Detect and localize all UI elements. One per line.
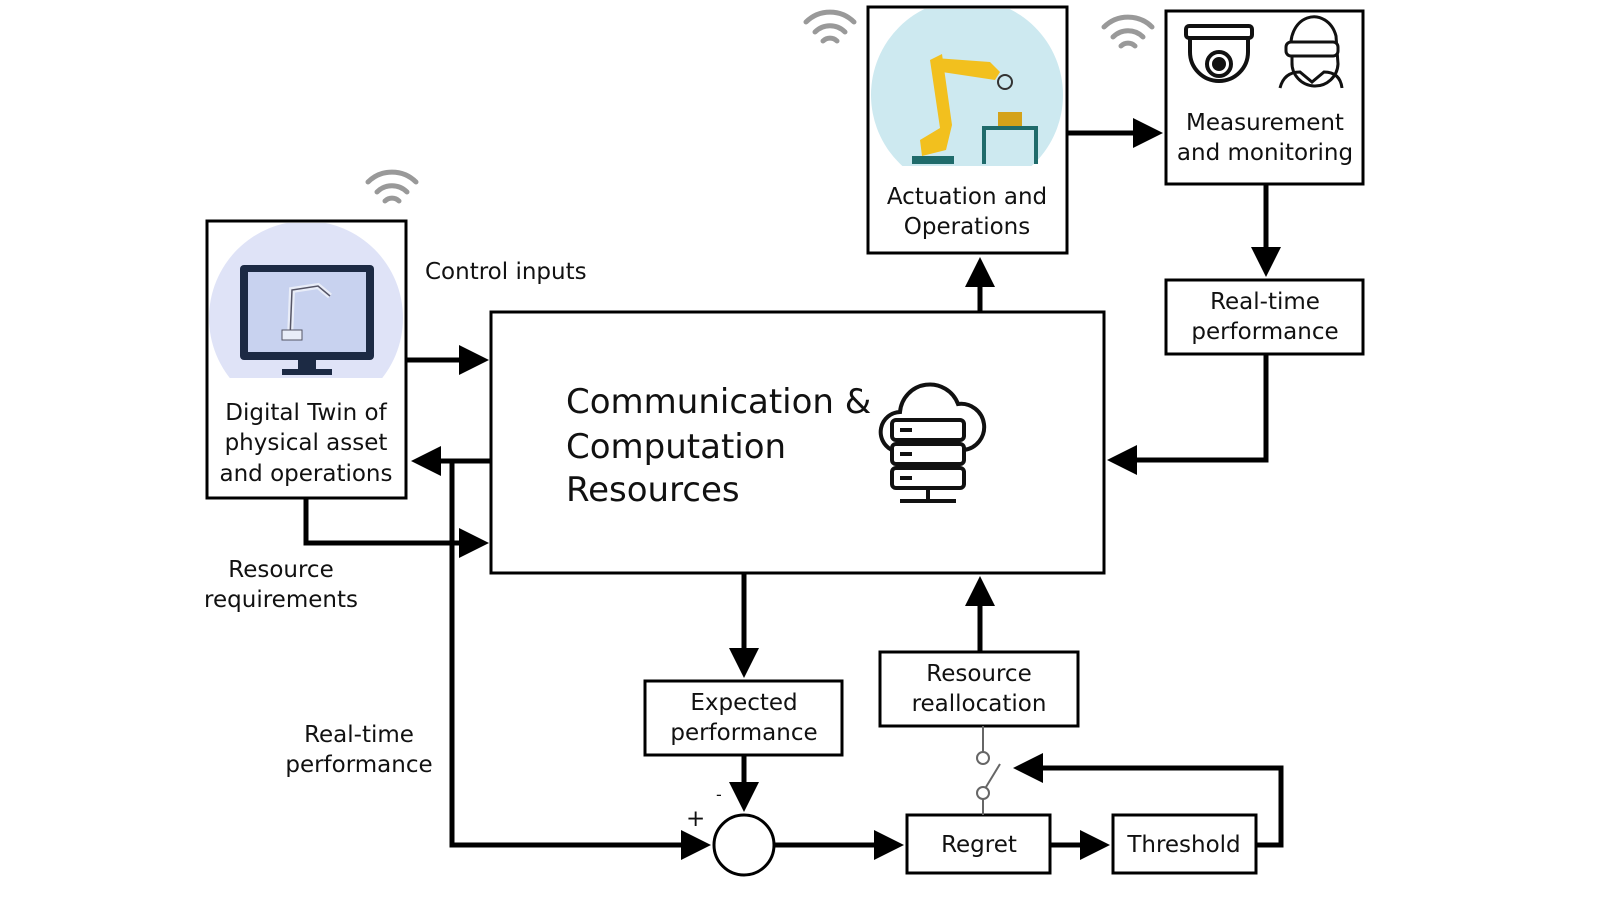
resource-reallocation-node: Resource reallocation (878, 650, 1080, 728)
node-label: Computation (566, 427, 786, 467)
node-label: physical asset (225, 430, 388, 456)
plus-sign: + (686, 806, 705, 832)
node-label: and operations (220, 461, 393, 487)
threshold-node: Threshold (1111, 813, 1258, 875)
resource-requirements-label: requirements (204, 587, 358, 613)
diagram: Digital Twin of physical asset and opera… (204, 5, 1365, 877)
digital-twin-node: Digital Twin of physical asset and opera… (205, 219, 408, 500)
node-label: Expected (690, 690, 797, 716)
node-label: Communication & (566, 382, 871, 422)
expected-performance-node: Expected performance (643, 679, 844, 757)
control-inputs-label: Control inputs (425, 259, 587, 285)
node-label: reallocation (912, 691, 1047, 717)
wifi-icon (1101, 14, 1155, 49)
wifi-icon (365, 169, 419, 204)
node-label: Operations (904, 214, 1030, 240)
communication-computation-node: Communication & Computation Resources (489, 310, 1106, 575)
node-label: Resources (566, 470, 740, 510)
regret-node: Regret (905, 813, 1052, 875)
node-label: Real-time (1210, 289, 1320, 315)
monitor-icon (240, 265, 374, 375)
switch-icon (976, 726, 1001, 815)
node-label: Resource (926, 661, 1031, 687)
node-label: performance (670, 720, 817, 746)
node-label: Threshold (1126, 832, 1240, 858)
wifi-icon (803, 9, 857, 44)
realtime-performance-label: performance (285, 752, 432, 778)
measurement-node: Measurement and monitoring (1164, 9, 1365, 186)
node-label: Regret (941, 832, 1017, 858)
summing-junction (712, 813, 776, 877)
realtime-performance-node: Real-time performance (1164, 278, 1365, 356)
actuation-node: Actuation and Operations (866, 5, 1069, 255)
node-label: performance (1191, 319, 1338, 345)
resource-requirements-label: Resource (228, 557, 333, 583)
node-label: Actuation and (887, 184, 1047, 210)
node-label: Measurement (1186, 110, 1344, 136)
realtime-performance-label: Real-time (304, 722, 414, 748)
node-label: and monitoring (1177, 140, 1353, 166)
node-label: Digital Twin of (225, 400, 387, 426)
minus-sign: - (716, 785, 722, 804)
